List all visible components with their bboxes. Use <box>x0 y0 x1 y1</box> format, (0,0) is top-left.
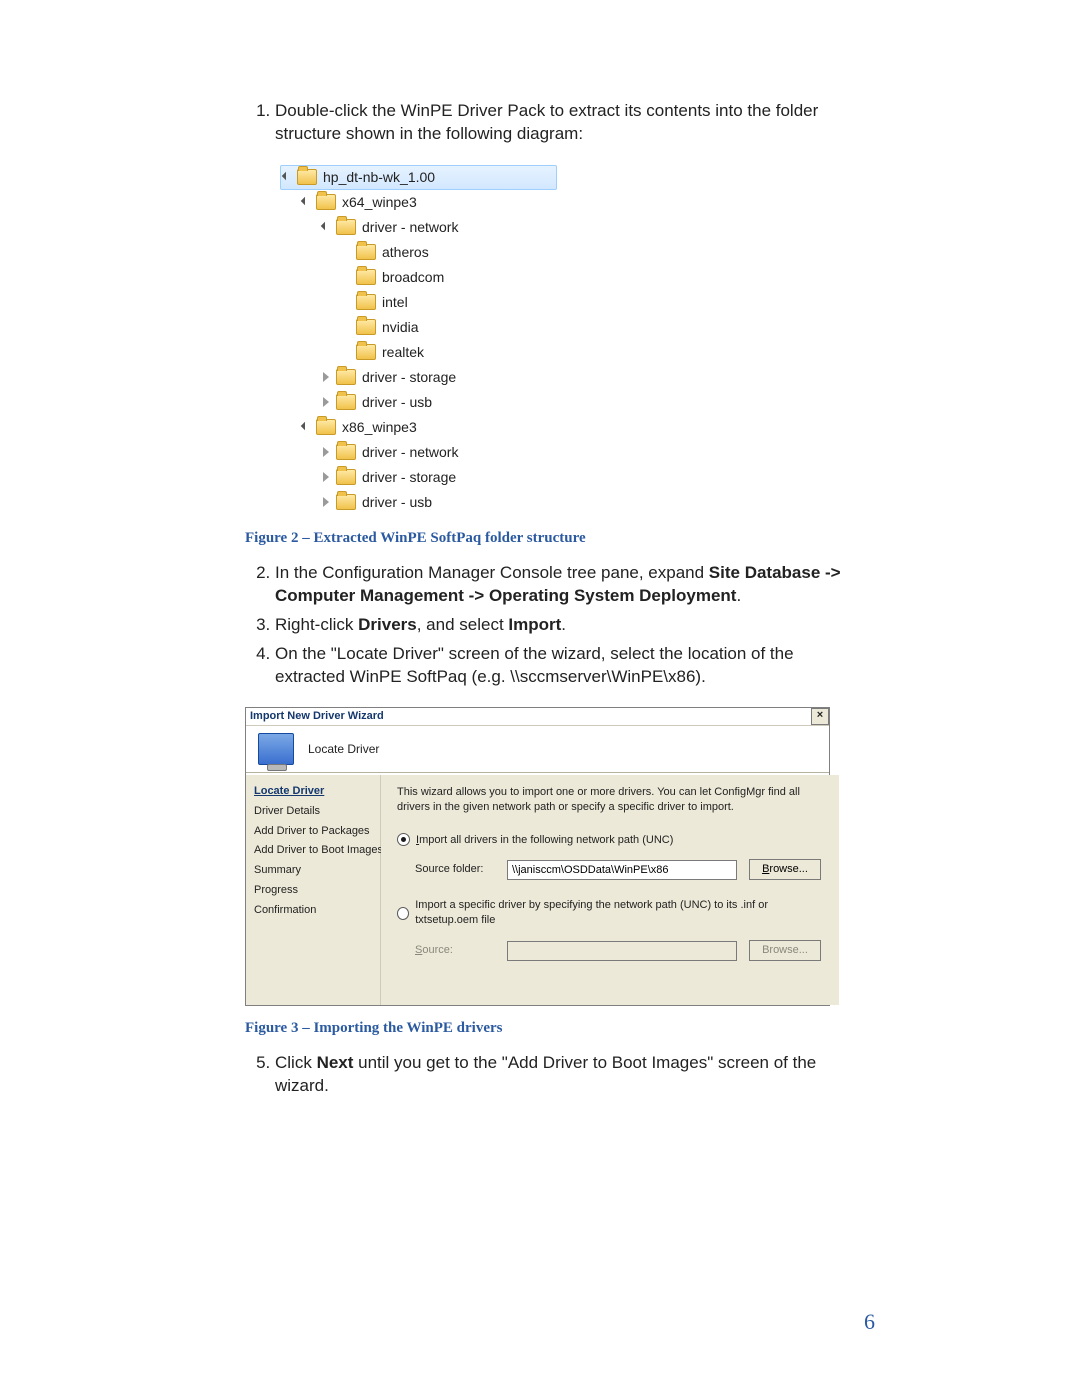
page-number: 6 <box>864 1307 875 1337</box>
folder-icon <box>336 219 356 235</box>
wizard-step[interactable]: Summary <box>254 863 374 878</box>
folder-icon <box>356 294 376 310</box>
tree-expanded-icon[interactable] <box>300 196 312 208</box>
tree-row[interactable]: driver - storage <box>280 465 557 490</box>
folder-icon <box>356 269 376 285</box>
wizard-step[interactable]: Confirmation <box>254 903 374 918</box>
folder-icon <box>316 419 336 435</box>
tree-row[interactable]: intel <box>280 290 557 315</box>
source-folder-label: Source folder: <box>415 862 495 877</box>
figure-3-caption: Figure 3 – Importing the WinPE drivers <box>245 1018 865 1038</box>
instruction-list: Double-click the WinPE Driver Pack to ex… <box>245 100 865 146</box>
step-3: Right-click Drivers, and select Import. <box>275 614 865 637</box>
tree-label: x64_winpe3 <box>342 193 417 212</box>
browse-button-2: Browse... <box>749 940 821 961</box>
tree-label: broadcom <box>382 268 444 287</box>
folder-icon <box>336 369 356 385</box>
folder-icon <box>356 244 376 260</box>
tree-row[interactable]: realtek <box>280 340 557 365</box>
tree-row[interactable]: atheros <box>280 240 557 265</box>
step-5: Click Next until you get to the "Add Dri… <box>275 1052 865 1098</box>
folder-icon <box>336 494 356 510</box>
tree-collapsed-icon[interactable] <box>320 496 332 508</box>
tree-label: driver - storage <box>362 468 456 487</box>
folder-icon <box>336 394 356 410</box>
tree-row[interactable]: driver - network <box>280 215 557 240</box>
tree-expanded-icon[interactable] <box>300 421 312 433</box>
source-row: Source: Browse... <box>415 940 821 961</box>
tree-collapsed-icon[interactable] <box>320 396 332 408</box>
tree-row[interactable]: hp_dt-nb-wk_1.00 <box>280 165 557 190</box>
wizard-step[interactable]: Driver Details <box>254 804 374 819</box>
wizard-description: This wizard allows you to import one or … <box>397 785 821 815</box>
wizard-step[interactable]: Add Driver to Packages <box>254 824 374 839</box>
tree-label: atheros <box>382 243 429 262</box>
figure-2-caption: Figure 2 – Extracted WinPE SoftPaq folde… <box>245 528 865 548</box>
radio-off-icon <box>397 907 409 920</box>
source-folder-input[interactable] <box>507 860 737 880</box>
tree-row[interactable]: nvidia <box>280 315 557 340</box>
wizard-titlebar: Import New Driver Wizard × <box>246 708 829 726</box>
tree-row[interactable]: x64_winpe3 <box>280 190 557 215</box>
tree-label: driver - network <box>362 443 458 462</box>
instruction-list-3: Click Next until you get to the "Add Dri… <box>245 1052 865 1098</box>
step-4: On the "Locate Driver" screen of the wiz… <box>275 643 865 689</box>
tree-collapsed-icon[interactable] <box>320 371 332 383</box>
tree-row[interactable]: x86_winpe3 <box>280 415 557 440</box>
source-folder-row: Source folder: Browse... <box>415 859 821 880</box>
tree-label: intel <box>382 293 408 312</box>
folder-icon <box>316 194 336 210</box>
wizard-main: This wizard allows you to import one or … <box>381 775 839 1005</box>
computer-icon <box>258 733 294 765</box>
radio-import-specific-label: Import a specific driver by specifying t… <box>415 898 821 928</box>
tree-row[interactable]: driver - storage <box>280 365 557 390</box>
source-label: Source: <box>415 943 495 958</box>
tree-row[interactable]: driver - network <box>280 440 557 465</box>
wizard-step[interactable]: Progress <box>254 883 374 898</box>
step-1-text: Double-click the WinPE Driver Pack to ex… <box>275 101 818 143</box>
folder-icon <box>297 169 317 185</box>
folder-icon <box>356 344 376 360</box>
folder-icon <box>336 469 356 485</box>
tree-label: hp_dt-nb-wk_1.00 <box>323 168 435 187</box>
tree-label: driver - network <box>362 218 458 237</box>
tree-row[interactable]: driver - usb <box>280 490 557 515</box>
wizard-step-list: Locate Driver Driver Details Add Driver to… <box>246 775 381 1005</box>
step-2: In the Configuration Manager Console tre… <box>275 562 865 608</box>
folder-icon <box>336 444 356 460</box>
tree-row[interactable]: broadcom <box>280 265 557 290</box>
radio-import-specific[interactable]: Import a specific driver by specifying t… <box>397 898 821 928</box>
wizard-figure: Import New Driver Wizard × Locate Driver… <box>245 707 830 1006</box>
wizard-header: Locate Driver <box>246 726 829 773</box>
wizard-step[interactable]: Add Driver to Boot Images <box>254 843 374 858</box>
tree-label: driver - usb <box>362 393 432 412</box>
browse-button-1[interactable]: Browse... <box>749 859 821 880</box>
tree-row[interactable]: driver - usb <box>280 390 557 415</box>
tree-label: nvidia <box>382 318 419 337</box>
tree-collapsed-icon[interactable] <box>320 471 332 483</box>
instruction-list-2: In the Configuration Manager Console tre… <box>245 562 865 689</box>
radio-on-icon <box>397 833 410 846</box>
tree-label: x86_winpe3 <box>342 418 417 437</box>
source-input <box>507 941 737 961</box>
radio-import-all-label: Import all drivers in the following netw… <box>416 833 673 848</box>
folder-icon <box>356 319 376 335</box>
tree-label: driver - storage <box>362 368 456 387</box>
close-icon[interactable]: × <box>811 708 829 725</box>
wizard-header-text: Locate Driver <box>308 741 379 757</box>
tree-label: driver - usb <box>362 493 432 512</box>
tree-expanded-icon[interactable] <box>281 171 293 183</box>
step-1: Double-click the WinPE Driver Pack to ex… <box>275 100 865 146</box>
tree-label: realtek <box>382 343 424 362</box>
radio-import-all[interactable]: Import all drivers in the following netw… <box>397 833 821 848</box>
wizard-step[interactable]: Locate Driver <box>254 784 374 799</box>
folder-tree-figure: hp_dt-nb-wk_1.00 x64_winpe3driver - netwo… <box>279 164 558 516</box>
tree-collapsed-icon[interactable] <box>320 446 332 458</box>
wizard-title: Import New Driver Wizard <box>250 709 384 724</box>
tree-expanded-icon[interactable] <box>320 221 332 233</box>
